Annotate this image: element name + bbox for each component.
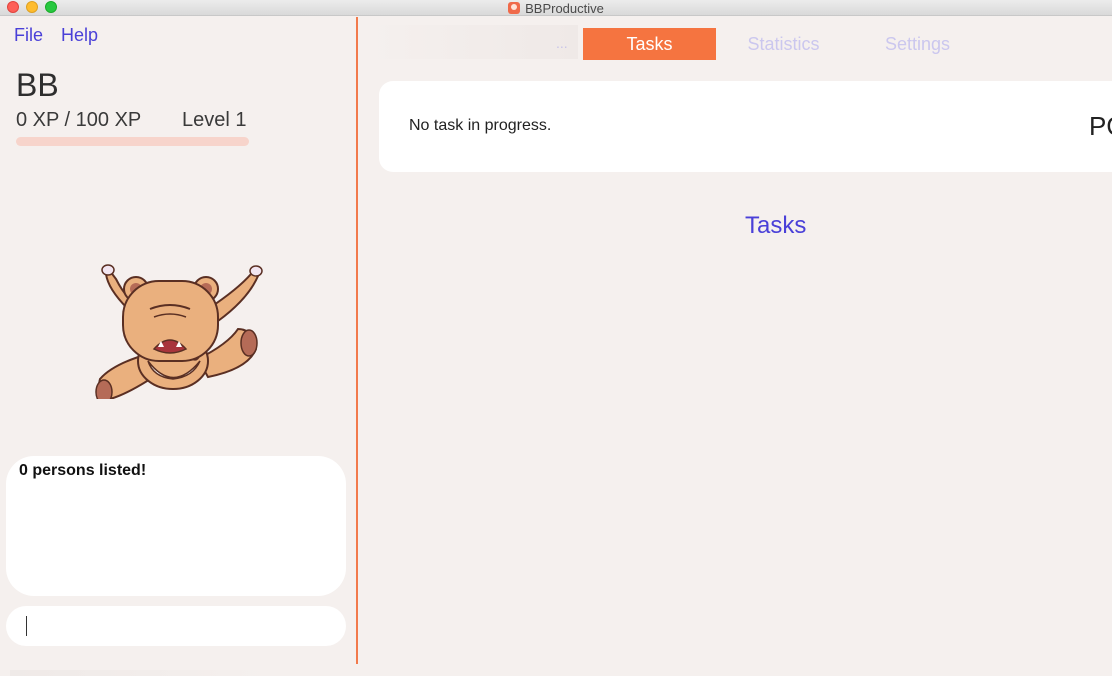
text-caret — [26, 616, 27, 636]
window-title: BBProductive — [525, 0, 604, 16]
xp-progress-bar — [16, 137, 249, 146]
pomodoro-label: PO — [1089, 111, 1112, 141]
window-title-group: BBProductive — [0, 0, 1112, 16]
xp-label: 0 XP / 100 XP — [16, 109, 142, 131]
app-logo-icon — [508, 2, 521, 14]
command-box[interactable] — [6, 606, 346, 646]
help-menu[interactable]: Help — [61, 25, 98, 46]
title-bar: BBProductive — [0, 0, 1112, 16]
menu-bar: File Help — [14, 25, 98, 46]
tab-bar-header — [368, 25, 578, 59]
level-label: Level 1 — [182, 109, 247, 131]
task-progress-card: No task in progress. PO — [379, 81, 1112, 172]
tab-tasks[interactable]: Tasks — [583, 28, 716, 60]
command-input[interactable] — [6, 606, 346, 646]
left-panel: File Help BB 0 XP / 100 XP Level 1 0 per… — [0, 17, 356, 665]
tab-statistics[interactable]: Statistics — [717, 28, 850, 60]
task-progress-text: No task in progress. — [409, 117, 552, 134]
bottom-edge — [10, 670, 270, 676]
tab-settings[interactable]: Settings — [851, 28, 984, 60]
right-panel: ... Tasks Statistics Settings No task in… — [358, 17, 1112, 676]
result-text: 0 persons listed! — [19, 462, 147, 479]
tab-overflow-indicator: ... — [556, 35, 568, 51]
result-display: 0 persons listed! — [6, 456, 346, 596]
angry-bear-icon — [95, 264, 263, 399]
user-name: BB — [16, 67, 59, 103]
section-title: Tasks — [745, 212, 807, 239]
file-menu[interactable]: File — [14, 25, 43, 46]
